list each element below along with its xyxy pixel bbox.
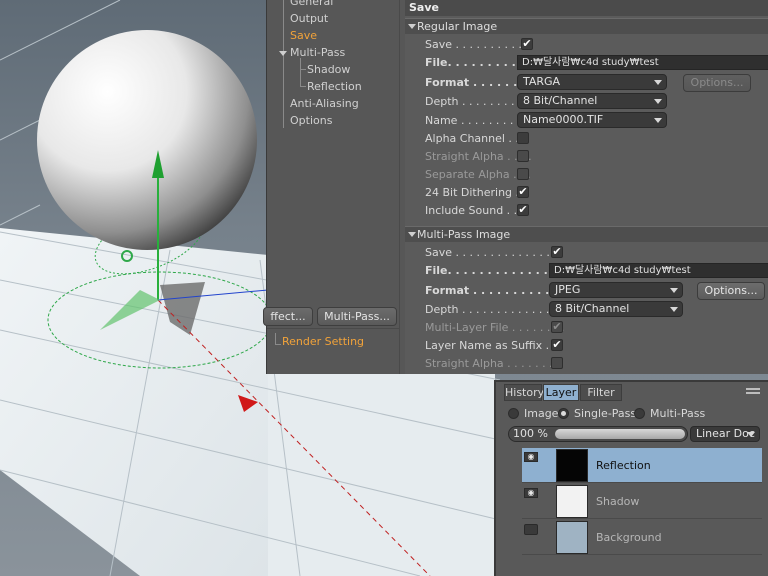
mode-multi-pass-radio[interactable] bbox=[634, 408, 645, 419]
tree-item-multi-pass[interactable]: Multi-Pass bbox=[290, 46, 345, 59]
save-settings-panel: Save Regular Image Save . . . . . . . . … bbox=[405, 0, 768, 374]
blend-mode-dropdown[interactable]: Linear Doc bbox=[690, 426, 760, 442]
layers-panel: History Layer Filter Image Single-Pass M… bbox=[494, 380, 768, 576]
effect-button[interactable]: ffect... bbox=[263, 307, 313, 326]
include-sound-label: Include Sound . . . bbox=[425, 204, 525, 217]
layer-row-background[interactable]: Background bbox=[522, 520, 762, 555]
regular-depth-label: Depth . . . . . . . . . . bbox=[425, 95, 529, 108]
mp-format-value: JPEG bbox=[555, 283, 581, 296]
tab-filter[interactable]: Filter bbox=[580, 384, 622, 401]
multi-pass-button[interactable]: Multi-Pass... bbox=[317, 307, 397, 326]
tree-item-shadow[interactable]: Shadow bbox=[307, 63, 350, 76]
chevron-down-icon bbox=[670, 288, 678, 293]
regular-options-button[interactable]: Options... bbox=[683, 74, 751, 92]
layer-thumbnail bbox=[556, 449, 588, 482]
opacity-slider-track[interactable] bbox=[555, 429, 685, 439]
regular-format-dropdown[interactable]: TARGA bbox=[517, 74, 667, 90]
mp-depth-label: Depth . . . . . . . . . . . . . . bbox=[425, 303, 557, 316]
opacity-value: 100 % bbox=[513, 427, 548, 440]
tab-layer[interactable]: Layer bbox=[543, 384, 579, 401]
tree-item-options[interactable]: Options bbox=[290, 114, 332, 127]
panel-title: Save bbox=[405, 0, 768, 16]
layer-name-suffix-label: Layer Name as Suffix . . . bbox=[425, 339, 564, 352]
mp-format-dropdown[interactable]: JPEG bbox=[549, 282, 683, 298]
chevron-down-icon bbox=[654, 118, 662, 123]
regular-format-value: TARGA bbox=[523, 75, 561, 88]
regular-name-dropdown[interactable]: Name0000.TIF bbox=[517, 112, 667, 128]
chevron-down-icon bbox=[670, 307, 678, 312]
layer-name: Reflection bbox=[596, 459, 651, 472]
mp-format-label: Format . . . . . . . . . . . . bbox=[425, 284, 566, 297]
tree-item-output[interactable]: Output bbox=[290, 12, 328, 25]
multi-pass-expand-icon[interactable] bbox=[279, 51, 287, 56]
mp-depth-dropdown[interactable]: 8 Bit/Channel bbox=[549, 301, 683, 317]
tree-item-reflection[interactable]: Reflection bbox=[307, 80, 362, 93]
alpha-channel-checkbox[interactable] bbox=[517, 132, 529, 144]
regular-save-checkbox[interactable]: ✔ bbox=[521, 38, 533, 50]
regular-depth-value: 8 Bit/Channel bbox=[523, 94, 598, 107]
settings-tree: General Output Save Multi-Pass Shadow Re… bbox=[263, 0, 400, 374]
layer-name: Background bbox=[596, 531, 662, 544]
render-setting-item[interactable]: Render Setting bbox=[282, 335, 364, 348]
eye-off-icon[interactable] bbox=[524, 524, 538, 535]
layer-name: Shadow bbox=[596, 495, 640, 508]
multi-layer-file-label: Multi-Layer File . . . . . . . . bbox=[425, 321, 565, 334]
tree-item-save[interactable]: Save bbox=[290, 29, 317, 42]
sphere-object bbox=[37, 30, 257, 250]
separate-alpha-label: Separate Alpha . . . bbox=[425, 168, 531, 181]
layer-row-reflection[interactable]: Reflection bbox=[522, 448, 762, 483]
dithering-checkbox[interactable]: ✔ bbox=[517, 186, 529, 198]
mp-depth-value: 8 Bit/Channel bbox=[555, 302, 630, 315]
regular-save-label: Save . . . . . . . . . . . bbox=[425, 38, 529, 51]
mode-image-radio[interactable] bbox=[508, 408, 519, 419]
eye-icon[interactable]: ◉ bbox=[524, 488, 538, 498]
multi-pass-image-header[interactable]: Multi-Pass Image bbox=[405, 226, 768, 242]
layer-thumbnail bbox=[556, 521, 588, 554]
mp-options-button[interactable]: Options... bbox=[697, 282, 765, 300]
layer-name-suffix-checkbox[interactable]: ✔ bbox=[551, 339, 563, 351]
dithering-label: 24 Bit Dithering . . bbox=[425, 186, 527, 199]
straight-alpha-label: Straight Alpha . . . . bbox=[425, 150, 532, 163]
mp-file-path[interactable]: D:₩달사람₩c4d study₩test bbox=[549, 263, 768, 278]
opacity-field[interactable]: 100 % bbox=[508, 426, 688, 442]
floor-plane bbox=[0, 228, 268, 576]
mp-straight-alpha-checkbox[interactable] bbox=[551, 357, 563, 369]
tree-item-anti-aliasing[interactable]: Anti-Aliasing bbox=[290, 97, 359, 110]
mp-straight-alpha-label: Straight Alpha . . . . . . . bbox=[425, 357, 553, 370]
mode-multi-pass-label: Multi-Pass bbox=[650, 407, 706, 420]
mp-save-checkbox[interactable]: ✔ bbox=[551, 246, 563, 258]
regular-depth-dropdown[interactable]: 8 Bit/Channel bbox=[517, 93, 667, 109]
separate-alpha-checkbox[interactable] bbox=[517, 168, 529, 180]
layer-thumbnail bbox=[556, 485, 588, 518]
regular-image-header[interactable]: Regular Image bbox=[405, 18, 768, 34]
alpha-channel-label: Alpha Channel . . bbox=[425, 132, 519, 145]
mp-save-label: Save . . . . . . . . . . . . . . . bbox=[425, 246, 557, 259]
panel-menu-icon[interactable] bbox=[746, 388, 760, 394]
multi-pass-image-title: Multi-Pass Image bbox=[417, 228, 511, 241]
chevron-down-icon bbox=[747, 432, 755, 437]
chevron-down-icon bbox=[654, 80, 662, 85]
regular-image-title: Regular Image bbox=[417, 20, 498, 33]
regular-name-value: Name0000.TIF bbox=[523, 113, 604, 126]
eye-icon[interactable]: ◉ bbox=[524, 452, 538, 462]
mode-image-label: Image bbox=[524, 407, 559, 420]
render-settings-window: General Output Save Multi-Pass Shadow Re… bbox=[263, 0, 768, 374]
chevron-down-icon bbox=[654, 99, 662, 104]
collapse-triangle-icon bbox=[408, 24, 416, 29]
tab-history[interactable]: History bbox=[504, 384, 544, 401]
collapse-triangle-icon bbox=[408, 232, 416, 237]
multi-layer-file-checkbox[interactable]: ✔ bbox=[551, 321, 563, 333]
include-sound-checkbox[interactable]: ✔ bbox=[517, 204, 529, 216]
tree-item-general[interactable]: General bbox=[290, 0, 333, 8]
layer-row-shadow[interactable]: Shadow bbox=[522, 484, 762, 519]
straight-alpha-checkbox[interactable] bbox=[517, 150, 529, 162]
regular-file-path[interactable]: D:₩달사람₩c4d study₩test bbox=[517, 55, 768, 70]
mode-single-pass-radio[interactable] bbox=[558, 408, 569, 419]
mode-single-pass-label: Single-Pass bbox=[574, 407, 637, 420]
